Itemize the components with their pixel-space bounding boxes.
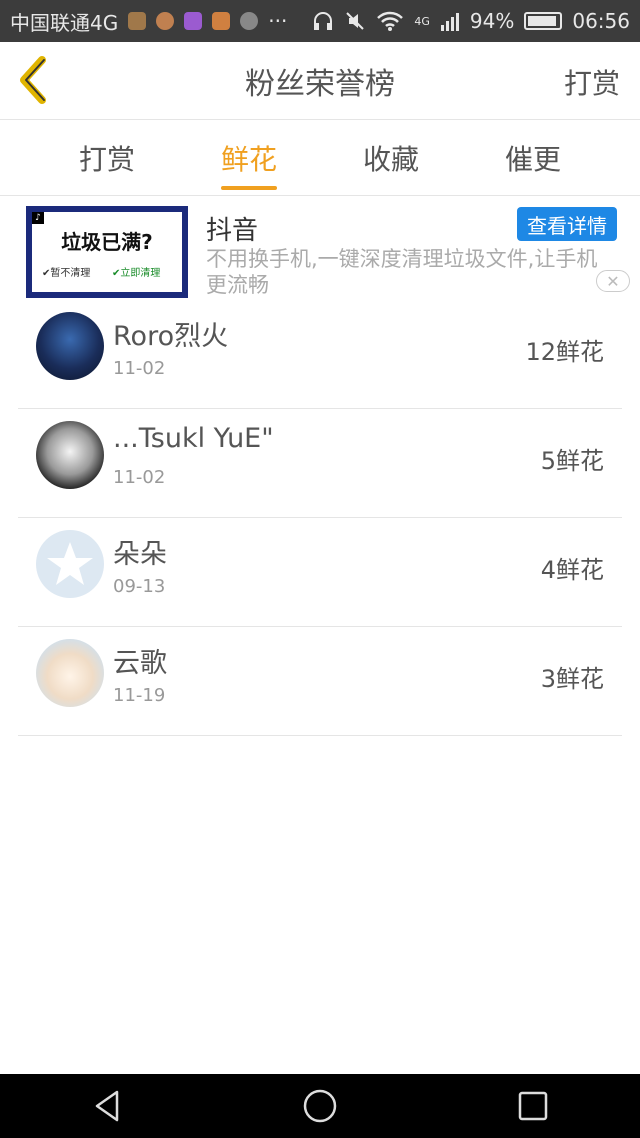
star-avatar-icon (47, 542, 93, 585)
avatar[interactable] (36, 312, 104, 380)
tab-active-indicator (221, 186, 277, 190)
fan-name: 云歌 (113, 648, 167, 679)
ad-image-option-clean: ✔立即清理 (112, 268, 161, 279)
tiktok-logo-icon: ♪ (32, 212, 44, 224)
chat-notification-icon (156, 12, 175, 30)
ad-banner[interactable]: ♪ 垃圾已满? ✔暂不清理 ✔立即清理 抖音 查看详情 不用换手机,一键深度清理… (0, 196, 640, 304)
fan-date: 11-02 (113, 358, 166, 379)
fan-name: 朵朵 (113, 539, 167, 570)
fan-date: 09-13 (113, 576, 166, 597)
tab-favorites[interactable]: 收藏 (341, 138, 441, 178)
nav-back-icon[interactable] (87, 1086, 127, 1126)
fan-date: 11-02 (113, 467, 166, 488)
ad-details-button[interactable]: 查看详情 (517, 207, 617, 241)
wifi-icon (377, 11, 404, 31)
ad-image-title: 垃圾已满? (61, 230, 153, 254)
list-item[interactable]: 云歌 11-19 3鲜花 (18, 627, 622, 736)
gallery-notification-icon (184, 12, 203, 30)
avatar[interactable] (36, 639, 104, 707)
back-icon[interactable] (12, 54, 56, 106)
ad-description: 不用换手机,一键深度清理垃圾文件,让手机更流畅 (206, 247, 598, 297)
list-item[interactable]: 朵朵 09-13 4鲜花 (18, 518, 622, 627)
flower-count: 4鲜花 (540, 556, 604, 584)
battery-icon (524, 12, 563, 30)
flower-count: 3鲜花 (540, 665, 604, 693)
battery-percent: 94% (469, 9, 515, 33)
flower-count: 5鲜花 (540, 447, 604, 475)
page-title: 粉丝荣誉榜 (245, 66, 395, 102)
app-header: 粉丝荣誉榜 打赏 (0, 42, 640, 120)
ad-title: 抖音 (206, 216, 259, 246)
avatar[interactable] (36, 421, 104, 489)
fan-date: 11-19 (113, 685, 166, 706)
list-item[interactable]: ...Tsukl YuE" 11-02 5鲜花 (18, 409, 622, 518)
tab-reward[interactable]: 打赏 (57, 138, 157, 178)
nav-recents-icon[interactable] (513, 1086, 553, 1126)
fan-name: ...Tsukl YuE" (113, 423, 274, 454)
fan-name: Roro烈火 (113, 321, 229, 352)
status-bar: 中国联通4G ··· 4G 94% 06:56 (0, 0, 640, 42)
network-type-label: 4G (414, 14, 430, 28)
app-notification-icon (128, 12, 147, 30)
ad-image[interactable]: ♪ 垃圾已满? ✔暂不清理 ✔立即清理 (26, 206, 188, 298)
reader-notification-icon (212, 12, 231, 30)
fan-list: Roro烈火 11-02 12鲜花 ...Tsukl YuE" 11-02 5鲜… (18, 300, 622, 736)
mute-icon (346, 12, 365, 30)
a-notification-icon (240, 12, 259, 30)
tab-flowers[interactable]: 鲜花 (199, 138, 299, 178)
nav-home-icon[interactable] (300, 1086, 340, 1126)
signal-icon (440, 13, 459, 31)
system-nav-bar (0, 1074, 640, 1138)
flower-count: 12鲜花 (525, 338, 604, 366)
headphones-icon (314, 12, 333, 30)
clock: 06:56 (572, 9, 630, 33)
carrier-label: 中国联通4G (10, 10, 119, 35)
more-notifications-icon: ··· (268, 9, 288, 33)
ad-close-icon[interactable]: ✕ (596, 270, 630, 292)
tab-bar: 打赏 鲜花 收藏 催更 (0, 120, 640, 196)
reward-button[interactable]: 打赏 (564, 62, 620, 102)
list-item[interactable]: Roro烈火 11-02 12鲜花 (18, 300, 622, 409)
tab-urge-update[interactable]: 催更 (483, 138, 583, 178)
avatar[interactable] (36, 530, 104, 598)
ad-image-option-skip: ✔暂不清理 (42, 268, 91, 279)
